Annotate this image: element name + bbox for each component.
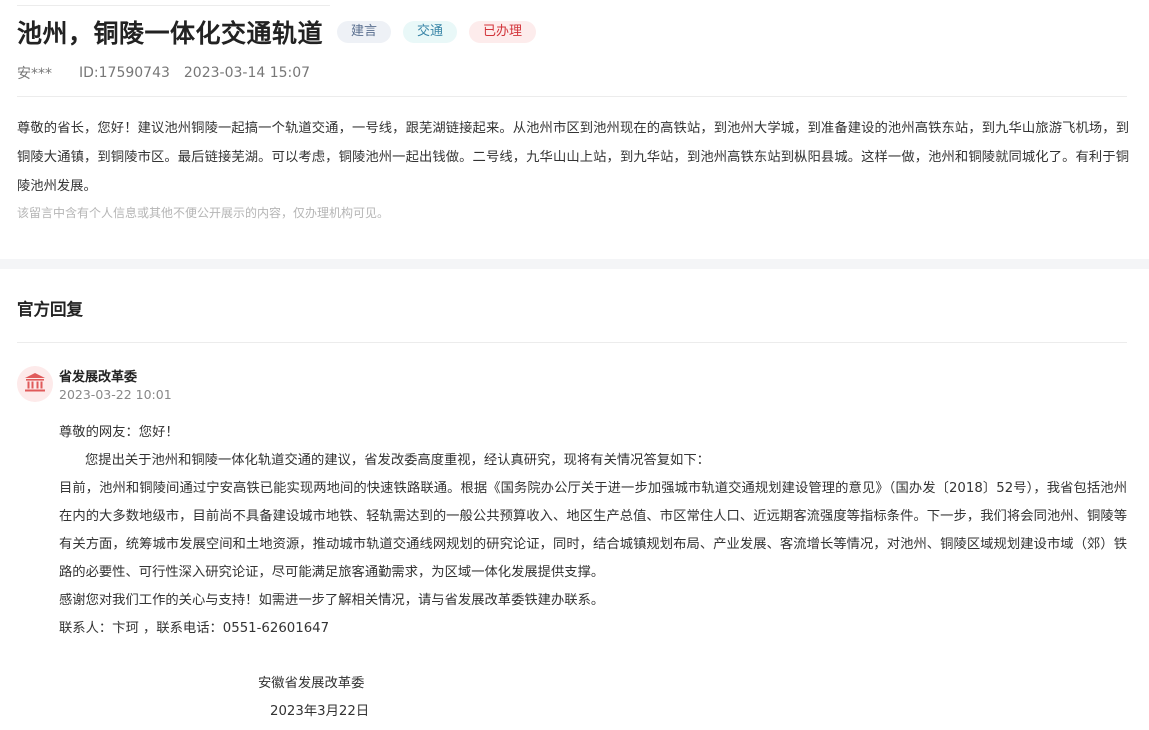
reply-body: 目前，池州和铜陵间通过宁安高铁已能实现两地间的快速铁路联通。根据《国务院办公厅关… [59,481,1127,580]
signature-date: 2023年3月22日 [270,704,370,719]
tag-transport[interactable]: 交通 [403,21,458,43]
reply-greeting: 尊敬的网友：您好！ [59,425,179,440]
title-row: 池州，铜陵一体化交通轨道 建言 交通 已办理 [17,14,537,50]
meta-divider [17,96,1127,97]
reply-content: 尊敬的网友：您好！ 您提出关于池州和铜陵一体化轨道交通的建议，省发改委高度重视，… [59,419,1127,643]
message-meta: 安*** ID:17590743 2023-03-14 15:07 [17,63,310,83]
reply-intro: 您提出关于池州和铜陵一体化轨道交通的建议，省发改委高度重视，经认真研究，现将有关… [85,453,710,468]
suggestion-detail-page: 池州，铜陵一体化交通轨道 建言 交通 已办理 安*** ID:17590743 … [0,0,1149,730]
message-content: 尊敬的省长，您好！建议池州铜陵一起搞一个轨道交通，一号线，跟芜湖链接起来。从池州… [17,121,1129,194]
message-id: ID:17590743 [79,65,170,81]
reply-thanks: 感谢您对我们工作的关心与支持！如需进一步了解相关情况，请与省发展改革委铁建办联系… [59,593,605,608]
org-avatar [17,366,53,402]
message-author: 安*** [17,66,52,82]
section-separator [0,259,1149,269]
message-datetime: 2023-03-14 15:07 [183,65,311,81]
message-title: 池州，铜陵一体化交通轨道 [17,19,324,48]
tag-suggestion[interactable]: 建言 [337,21,392,43]
top-tab-strip [17,0,330,6]
signature-org: 安徽省发展改革委 [258,676,365,691]
reply-org-name: 省发展改革委 [59,370,138,385]
official-reply-heading: 官方回复 [17,300,83,319]
reply-contact: 联系人：卞珂 ，联系电话：0551-62601647 [59,621,330,636]
reply-timestamp: 2023-03-22 10:01 [59,387,172,402]
privacy-note: 该留言中含有个人信息或其他不便公开展示的内容，仅办理机构可见。 [17,206,390,220]
government-building-icon [24,371,46,397]
status-badge: 已办理 [469,21,537,43]
reply-heading-divider [17,342,1127,343]
